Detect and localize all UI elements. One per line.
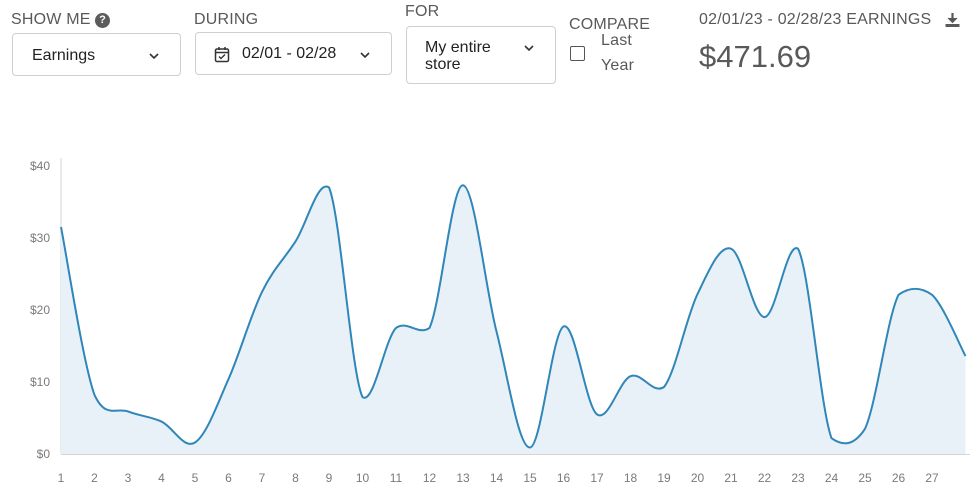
x-tick-label: 3 bbox=[125, 471, 132, 485]
show-me-value: Earnings bbox=[32, 47, 96, 64]
date-range-select[interactable]: 02/01 - 02/28 bbox=[195, 32, 392, 75]
x-tick-label: 18 bbox=[624, 471, 638, 485]
for-label: FOR bbox=[405, 3, 440, 20]
x-tick-label: 21 bbox=[724, 471, 738, 485]
x-tick-label: 1 bbox=[58, 471, 65, 485]
earnings-chart: $0$10$20$30$40 1 2 3 4 5 6 7 8 9 10 11 12 13 14 15 16 17… bbox=[30, 158, 970, 485]
x-tick-label: 2 bbox=[91, 471, 98, 485]
during-label: DURING bbox=[194, 11, 259, 28]
y-axis-labels: $0 $10 $20 $30 $40 bbox=[30, 159, 50, 461]
y-tick-label: $40 bbox=[30, 159, 50, 173]
date-range-value: 02/01 - 02/28 bbox=[242, 45, 337, 62]
download-icon[interactable] bbox=[944, 12, 961, 28]
x-tick-label: 22 bbox=[758, 471, 772, 485]
earnings-line bbox=[60, 184, 967, 449]
compare-last-year-checkbox[interactable] bbox=[570, 46, 585, 61]
x-tick-label: 23 bbox=[791, 471, 805, 485]
x-tick-label: 27 bbox=[925, 471, 939, 485]
x-tick-label: 15 bbox=[523, 471, 537, 485]
store-value-line2: store bbox=[425, 56, 461, 73]
x-tick-label: 12 bbox=[423, 471, 437, 485]
store-select[interactable]: My entire store bbox=[406, 26, 556, 84]
x-tick-label: 10 bbox=[356, 471, 370, 485]
x-tick-label: 7 bbox=[259, 471, 266, 485]
x-tick-label: 8 bbox=[292, 471, 299, 485]
earnings-range-label: 02/01/23 - 02/28/23 EARNINGS bbox=[699, 11, 932, 28]
compare-option-line2: Year bbox=[601, 57, 635, 74]
show-me-select[interactable]: Earnings bbox=[12, 33, 181, 76]
show-me-label: SHOW ME bbox=[11, 11, 91, 28]
x-tick-label: 9 bbox=[326, 471, 333, 485]
calendar-icon bbox=[214, 47, 230, 63]
y-tick-label: $0 bbox=[37, 447, 51, 461]
compare-option-line1: Last bbox=[601, 32, 633, 49]
chevron-down-icon bbox=[149, 53, 159, 60]
earnings-total: $471.69 bbox=[699, 39, 812, 74]
x-tick-label: 6 bbox=[225, 471, 232, 485]
y-tick-label: $10 bbox=[30, 375, 50, 389]
x-tick-label: 13 bbox=[456, 471, 470, 485]
x-tick-label: 26 bbox=[892, 471, 906, 485]
x-tick-label: 5 bbox=[192, 471, 199, 485]
x-tick-label: 14 bbox=[490, 471, 504, 485]
help-icon[interactable]: ? bbox=[95, 13, 110, 28]
x-tick-label: 11 bbox=[390, 471, 403, 485]
earnings-area bbox=[61, 185, 966, 454]
x-tick-label: 4 bbox=[158, 471, 165, 485]
x-tick-label: 24 bbox=[825, 471, 839, 485]
x-tick-label: 20 bbox=[691, 471, 705, 485]
x-tick-label: 19 bbox=[657, 471, 671, 485]
x-tick-label: 17 bbox=[590, 471, 604, 485]
y-tick-label: $30 bbox=[30, 231, 50, 245]
x-tick-label: 16 bbox=[557, 471, 571, 485]
y-tick-label: $20 bbox=[30, 303, 50, 317]
x-tick-label: 25 bbox=[858, 471, 872, 485]
chevron-down-icon bbox=[524, 45, 534, 52]
store-value-line1: My entire bbox=[425, 39, 491, 56]
x-axis-labels: 1 2 3 4 5 6 7 8 9 10 11 12 13 14 15 16 17 18 19 20 21 22 23 24 2… bbox=[58, 471, 939, 485]
chevron-down-icon bbox=[360, 52, 370, 59]
